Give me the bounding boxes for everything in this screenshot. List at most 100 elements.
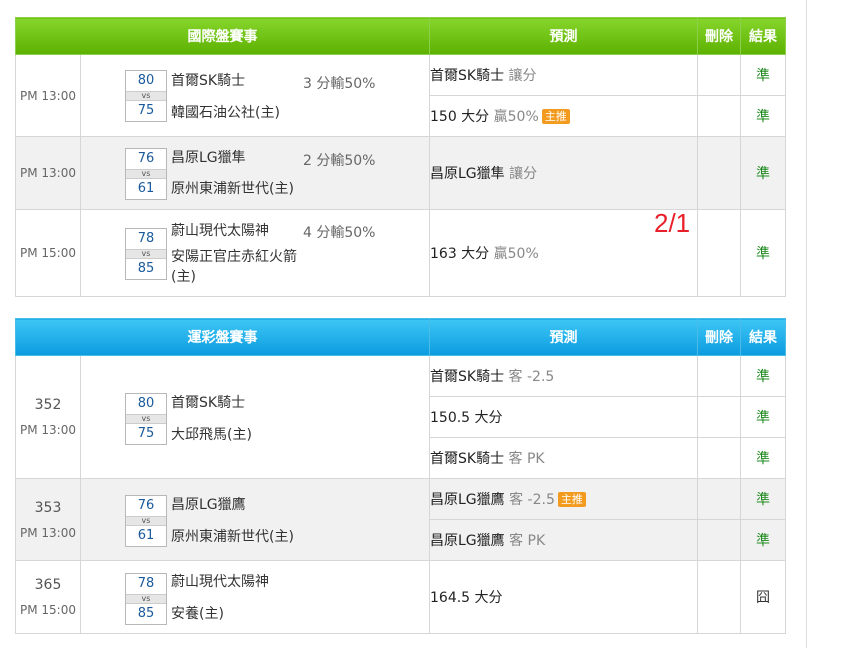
- intl-header-result: 結果: [740, 17, 786, 55]
- home-team: 原州東浦新世代(主): [171, 529, 294, 545]
- delete-cell[interactable]: [697, 396, 741, 438]
- result-cell: 準: [740, 519, 786, 561]
- away-team: 首爾SK騎士: [171, 73, 246, 89]
- lottery-header-delete: 刪除: [697, 318, 741, 356]
- delete-cell[interactable]: [697, 355, 741, 397]
- vs-label: vs: [126, 414, 166, 424]
- game-id: 352: [34, 397, 62, 413]
- lottery-games-table: 運彩盤賽事 預測 刪除 結果 352 PM 13:00 80 vs 75 首爾S…: [15, 318, 786, 634]
- game-time: 353 PM 13:00: [15, 478, 81, 561]
- game-time: 365 PM 15:00: [15, 560, 81, 634]
- home-score: 85: [137, 261, 155, 276]
- match-cell: 78 vs 85 蔚山現代太陽神 安養(主): [80, 560, 430, 634]
- prediction-cell: 首爾SK騎士 讓分: [429, 54, 698, 96]
- delete-cell[interactable]: [697, 437, 741, 479]
- home-team: 安養(主): [171, 606, 224, 622]
- delete-cell[interactable]: [697, 560, 741, 634]
- featured-badge: 主推: [541, 109, 570, 124]
- delete-cell[interactable]: [697, 478, 741, 520]
- scoreboard: 80 vs 75: [125, 393, 167, 445]
- match-cell: 80 vs 75 首爾SK騎士 韓國石油公社(主) 3 分輸50%: [80, 54, 430, 137]
- result-cell: 準: [740, 136, 786, 210]
- result-cell: 準: [740, 437, 786, 479]
- international-games-table: 國際盤賽事 預測 刪除 結果 PM 13:00 80 vs 75 首爾SK騎士 …: [15, 17, 786, 297]
- table-row: 352 PM 13:00 80 vs 75 首爾SK騎士 大邱飛馬(主) 首爾S…: [15, 355, 786, 479]
- away-score: 76: [137, 151, 155, 166]
- home-team: 安陽正官庄赤紅火箭(主): [171, 249, 297, 285]
- prediction-cell: 150 大分 贏50% 主推: [429, 95, 698, 137]
- scoreboard: 78 vs 85: [125, 228, 167, 280]
- result-cell: 準: [740, 54, 786, 96]
- handicap-result: 3 分輸50%: [303, 76, 376, 92]
- intl-header-prediction: 預測: [429, 17, 698, 55]
- away-score: 78: [137, 231, 155, 246]
- prediction-cell: 昌原LG獵隼 讓分: [429, 136, 698, 210]
- game-time: PM 15:00: [15, 209, 81, 297]
- match-cell: 76 vs 61 昌原LG獵鷹 原州東浦新世代(主): [80, 478, 430, 561]
- away-team: 蔚山現代太陽神: [171, 574, 269, 590]
- game-time: 352 PM 13:00: [15, 355, 81, 479]
- scoreboard: 80 vs 75: [125, 70, 167, 122]
- away-score: 76: [137, 498, 155, 513]
- vs-label: vs: [126, 516, 166, 526]
- away-score: 80: [137, 73, 155, 88]
- table-row: 353 PM 13:00 76 vs 61 昌原LG獵鷹 原州東浦新世代(主) …: [15, 478, 786, 561]
- match-cell: 80 vs 75 首爾SK騎士 大邱飛馬(主): [80, 355, 430, 479]
- home-team: 原州東浦新世代(主): [171, 181, 294, 197]
- delete-cell[interactable]: [697, 95, 741, 137]
- game-time: PM 13:00: [15, 136, 81, 210]
- home-score: 75: [137, 426, 155, 441]
- featured-badge: 主推: [557, 492, 586, 507]
- result-cell: 準: [740, 478, 786, 520]
- result-cell: 準: [740, 355, 786, 397]
- away-team: 昌原LG獵隼: [171, 150, 246, 166]
- result-cell: 準: [740, 95, 786, 137]
- intl-header-delete: 刪除: [697, 17, 741, 55]
- home-score: 85: [137, 606, 155, 621]
- delete-cell[interactable]: [697, 136, 741, 210]
- away-team: 首爾SK騎士: [171, 395, 246, 411]
- home-score: 61: [137, 528, 155, 543]
- prediction-cell: 昌原LG獵鷹 客 -2.5 主推: [429, 478, 698, 520]
- away-score: 78: [137, 576, 155, 591]
- prediction-cell: 164.5 大分: [429, 560, 698, 634]
- scoreboard: 76 vs 61: [125, 148, 167, 200]
- scoreboard: 76 vs 61: [125, 495, 167, 547]
- prediction-cell: 150.5 大分: [429, 396, 698, 438]
- match-cell: 78 vs 85 蔚山現代太陽神 安陽正官庄赤紅火箭(主) 4 分輸50%: [80, 209, 430, 297]
- delete-cell[interactable]: [697, 209, 741, 297]
- game-id: 365: [34, 577, 62, 593]
- home-score: 61: [137, 181, 155, 196]
- away-score: 80: [137, 396, 155, 411]
- game-time: PM 13:00: [15, 54, 81, 137]
- prediction-cell: 首爾SK騎士 客 PK: [429, 437, 698, 479]
- table-row: PM 13:00 80 vs 75 首爾SK騎士 韓國石油公社(主) 3 分輸5…: [15, 54, 786, 137]
- prediction-cell: 首爾SK騎士 客 -2.5: [429, 355, 698, 397]
- vs-label: vs: [126, 249, 166, 259]
- away-team: 昌原LG獵鷹: [171, 497, 246, 513]
- delete-cell[interactable]: [697, 519, 741, 561]
- handicap-result: 4 分輸50%: [303, 225, 376, 241]
- match-cell: 76 vs 61 昌原LG獵隼 原州東浦新世代(主) 2 分輸50%: [80, 136, 430, 210]
- result-cell: 囧: [740, 560, 786, 634]
- lottery-header-prediction: 預測: [429, 318, 698, 356]
- result-cell: 準: [740, 396, 786, 438]
- delete-cell[interactable]: [697, 54, 741, 96]
- table-row: 365 PM 15:00 78 vs 85 蔚山現代太陽神 安養(主) 164.…: [15, 560, 786, 634]
- home-team: 大邱飛馬(主): [171, 427, 252, 443]
- vs-label: vs: [126, 91, 166, 101]
- lottery-header-result: 結果: [740, 318, 786, 356]
- lottery-header-title: 運彩盤賽事: [15, 318, 430, 356]
- handwritten-annotation: 2/1: [654, 208, 691, 238]
- intl-header-title: 國際盤賽事: [15, 17, 430, 55]
- page-divider: [806, 0, 807, 648]
- home-score: 75: [137, 103, 155, 118]
- home-team: 韓國石油公社(主): [171, 105, 280, 121]
- scoreboard: 78 vs 85: [125, 573, 167, 625]
- result-cell: 準: [740, 209, 786, 297]
- vs-label: vs: [126, 594, 166, 604]
- game-id: 353: [34, 499, 62, 516]
- prediction-cell: 昌原LG獵鷹 客 PK: [429, 519, 698, 561]
- handicap-result: 2 分輸50%: [303, 153, 376, 169]
- vs-label: vs: [126, 169, 166, 179]
